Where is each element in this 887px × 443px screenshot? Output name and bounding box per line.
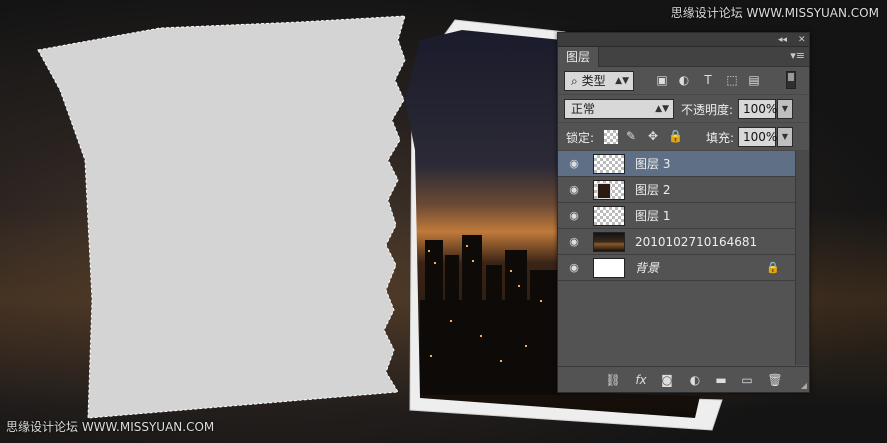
layer-thumbnail <box>593 180 625 200</box>
layer-thumbnail <box>593 154 625 174</box>
layer-name: 2010102710164681 <box>635 235 758 249</box>
lock-brush-icon[interactable]: ✎ <box>624 129 638 143</box>
filter-toggle[interactable] <box>786 71 796 89</box>
layer-thumbnail <box>593 232 625 252</box>
watermark-top: 思缘设计论坛 WWW.MISSYUAN.COM <box>670 6 879 20</box>
blend-mode-dropdown[interactable]: 正常 ▲▼ <box>564 99 674 119</box>
layers-scrollbar[interactable] <box>795 151 809 365</box>
type-filter-icon[interactable]: T <box>700 72 716 88</box>
lock-label: 锁定: <box>566 131 595 145</box>
panel-bottom-bar: ⛓ fx ◙ ◐ ▬ ▭ 🗑 ◢ <box>558 366 809 392</box>
filter-kind-label: 类型 <box>581 74 606 88</box>
adjustment-layer-icon[interactable]: ◐ <box>686 372 704 388</box>
panel-titlebar[interactable]: ◂◂ ✕ <box>558 33 809 47</box>
layer-row[interactable]: ◉ 图层 3 <box>558 151 795 177</box>
lock-row: 锁定: ✎ ✥ 🔒 填充: 100% ▼ <box>558 123 809 151</box>
search-icon: ⌕ <box>571 74 578 88</box>
fill-dropdown-icon[interactable]: ▼ <box>777 127 793 147</box>
delete-layer-icon[interactable]: 🗑 <box>766 372 784 388</box>
eye-icon[interactable]: ◉ <box>566 157 582 171</box>
eye-icon[interactable]: ◉ <box>566 235 582 249</box>
new-layer-icon[interactable]: ▭ <box>738 372 756 388</box>
lock-transparent-icon[interactable] <box>604 130 618 144</box>
layer-name: 背景 <box>635 261 660 275</box>
fx-icon[interactable]: fx <box>632 372 650 388</box>
thumbnail-photo <box>597 183 611 199</box>
filter-row: ⌕ 类型 ▲▼ ▣ ◐ T ⬚ ▤ <box>558 67 809 95</box>
layer-row[interactable]: ◉ 图层 1 <box>558 203 795 229</box>
lock-move-icon[interactable]: ✥ <box>646 129 660 143</box>
dropdown-arrow-icon: ▲▼ <box>615 76 629 86</box>
close-icon[interactable]: ✕ <box>798 33 806 47</box>
panel-tab-row: 图层 ▾≡ <box>558 47 809 67</box>
layer-thumbnail <box>593 206 625 226</box>
watermark-bottom: 思缘设计论坛 WWW.MISSYUAN.COM <box>6 420 215 434</box>
smart-object-filter-icon[interactable]: ▤ <box>746 72 762 88</box>
layers-panel: ◂◂ ✕ 图层 ▾≡ ⌕ 类型 ▲▼ ▣ ◐ T ⬚ ▤ 正常 ▲▼ 不透明度:… <box>557 32 810 393</box>
fill-label: 填充: <box>706 131 735 145</box>
fill-field[interactable]: 100% <box>738 127 777 147</box>
layer-thumbnail <box>593 258 625 278</box>
image-filter-icon[interactable]: ▣ <box>654 72 670 88</box>
lock-all-icon[interactable]: 🔒 <box>668 129 683 143</box>
blend-row: 正常 ▲▼ 不透明度: 100% ▼ <box>558 95 809 123</box>
shape-filter-icon[interactable]: ⬚ <box>724 72 740 88</box>
layer-row[interactable]: ◉ 背景 🔒 <box>558 255 795 281</box>
layer-name: 图层 3 <box>635 157 671 171</box>
eye-icon[interactable]: ◉ <box>566 261 582 275</box>
layer-row[interactable]: ◉ 图层 2 <box>558 177 795 203</box>
torn-paper-selection <box>37 15 406 419</box>
link-layers-icon[interactable]: ⛓ <box>604 372 622 388</box>
layers-list: ◉ 图层 3 ◉ 图层 2 ◉ 图层 1 ◉ 2010102710164681 … <box>558 151 795 281</box>
lock-icon: 🔒 <box>766 261 780 274</box>
resize-grip-icon[interactable]: ◢ <box>801 381 807 390</box>
opacity-field[interactable]: 100% <box>738 99 777 119</box>
filter-kind-dropdown[interactable]: ⌕ 类型 ▲▼ <box>564 71 634 91</box>
eye-icon[interactable]: ◉ <box>566 209 582 223</box>
collapse-icon[interactable]: ◂◂ <box>778 33 787 47</box>
blend-mode-value: 正常 <box>571 102 596 116</box>
tab-layers[interactable]: 图层 <box>558 47 600 67</box>
layer-row[interactable]: ◉ 2010102710164681 <box>558 229 795 255</box>
dropdown-arrow-icon: ▲▼ <box>655 104 669 114</box>
new-group-icon[interactable]: ▬ <box>712 372 730 388</box>
adjustment-filter-icon[interactable]: ◐ <box>676 72 692 88</box>
panel-menu-icon[interactable]: ▾≡ <box>790 49 805 62</box>
opacity-dropdown-icon[interactable]: ▼ <box>777 99 793 119</box>
eye-icon[interactable]: ◉ <box>566 183 582 197</box>
add-mask-icon[interactable]: ◙ <box>658 372 676 388</box>
layer-name: 图层 2 <box>635 183 671 197</box>
opacity-label: 不透明度: <box>681 103 734 117</box>
layer-name: 图层 1 <box>635 209 671 223</box>
